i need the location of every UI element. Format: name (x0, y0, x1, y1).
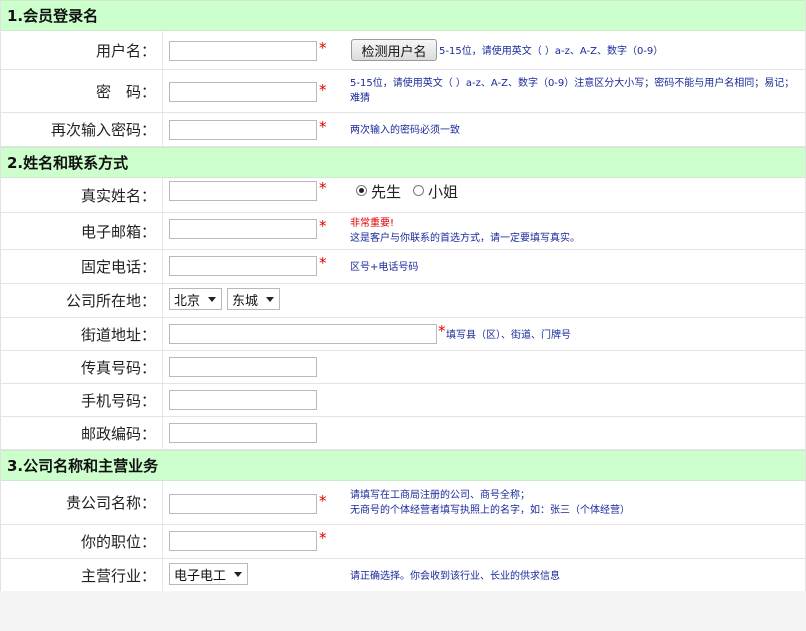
gender-male-radio[interactable] (356, 185, 367, 196)
industry-label: 主营行业： (1, 559, 163, 591)
required-mark: * (319, 217, 327, 235)
row-location: 公司所在地： 北京 东城 (1, 284, 805, 318)
mobile-label: 手机号码： (1, 384, 163, 416)
required-mark: * (319, 118, 327, 136)
company-hint: 请填写在工商局注册的公司、商号全称； 无商号的个体经营者填写执照上的名字，如：张… (350, 488, 630, 518)
confirm-password-hint: 两次输入的密码必须一致 (350, 125, 460, 136)
username-label: 用户名： (1, 31, 163, 69)
position-label: 你的职位： (1, 525, 163, 558)
row-postcode: 邮政编码： (1, 417, 805, 450)
postcode-label: 邮政编码： (1, 417, 163, 449)
password-label: 密 码： (1, 70, 163, 112)
required-mark: * (319, 254, 327, 272)
company-hint-line2: 无商号的个体经营者填写执照上的名字，如：张三（个体经营） (350, 505, 630, 516)
street-label: 街道地址： (1, 318, 163, 350)
gender-female-label: 小姐 (428, 183, 459, 201)
section-header-company: 3.公司名称和主营业务 (1, 450, 805, 481)
required-mark: * (319, 81, 327, 99)
row-position: 你的职位： * (1, 525, 805, 559)
chevron-down-icon (266, 297, 274, 302)
email-label: 电子邮箱： (1, 213, 163, 249)
row-mobile: 手机号码： (1, 384, 805, 417)
confirm-password-label: 再次输入密码： (1, 113, 163, 146)
row-industry: 主营行业： 电子电工 请正确选择。你会收到该行业、长业的供求信息 (1, 559, 805, 591)
phone-label: 固定电话： (1, 250, 163, 283)
province-select[interactable]: 北京 (169, 288, 222, 310)
row-confirm-password: 再次输入密码： * 两次输入的密码必须一致 (1, 113, 805, 147)
street-hint: 填写县（区）、街道、门牌号 (446, 330, 571, 341)
password-input[interactable] (169, 82, 317, 102)
password-hint-line2: 难猜 (350, 93, 370, 104)
password-hint-line1: 5-15位，请使用英文（ ）a-z、A-Z、数字（0-9）注意区分大小写；密码不… (350, 78, 795, 89)
fax-input[interactable] (169, 357, 317, 377)
district-value: 东城 (232, 293, 259, 309)
row-street: 街道地址： * 填写县（区）、街道、门牌号 (1, 318, 805, 351)
required-mark: * (319, 179, 327, 197)
industry-hint: 请正确选择。你会收到该行业、长业的供求信息 (350, 571, 560, 582)
province-value: 北京 (174, 293, 201, 309)
row-realname: 真实姓名： * 先生 小姐 (1, 178, 805, 213)
row-password: 密 码： * 5-15位，请使用英文（ ）a-z、A-Z、数字（0-9）注意区分… (1, 70, 805, 113)
chevron-down-icon (234, 572, 242, 577)
required-mark: * (438, 322, 446, 340)
email-hint-warning: 非常重要! (350, 218, 395, 229)
email-hint: 非常重要! 这是客户与你联系的首选方式，请一定要填写真实。 (350, 216, 580, 246)
mobile-input[interactable] (169, 390, 317, 410)
postcode-input[interactable] (169, 423, 317, 443)
row-email: 电子邮箱： * 非常重要! 这是客户与你联系的首选方式，请一定要填写真实。 (1, 213, 805, 250)
email-input[interactable] (169, 219, 317, 239)
realname-input[interactable] (169, 181, 317, 201)
required-mark: * (319, 39, 327, 57)
row-username: 用户名： * 检测用户名 5-15位，请使用英文（ ）a-z、A-Z、数字（0-… (1, 31, 805, 70)
street-input[interactable] (169, 324, 437, 344)
district-select[interactable]: 东城 (227, 288, 280, 310)
section-header-contact: 2.姓名和联系方式 (1, 147, 805, 178)
gender-female-radio[interactable] (413, 185, 424, 196)
required-mark: * (319, 492, 327, 510)
registration-form: 1.会员登录名 用户名： * 检测用户名 5-15位，请使用英文（ ）a-z、A… (0, 0, 806, 591)
position-input[interactable] (169, 531, 317, 551)
row-phone: 固定电话： * 区号+电话号码 (1, 250, 805, 284)
company-label: 贵公司名称： (1, 481, 163, 524)
industry-select[interactable]: 电子电工 (169, 563, 248, 585)
check-username-button[interactable]: 检测用户名 (351, 39, 437, 61)
fax-label: 传真号码： (1, 351, 163, 383)
chevron-down-icon (208, 297, 216, 302)
company-hint-line1: 请填写在工商局注册的公司、商号全称； (350, 490, 530, 501)
gender-male-label: 先生 (371, 183, 402, 201)
location-label: 公司所在地： (1, 284, 163, 317)
required-mark: * (319, 529, 327, 547)
phone-hint: 区号+电话号码 (350, 262, 419, 273)
username-hint: 5-15位，请使用英文（ ）a-z、A-Z、数字（0-9） (439, 46, 664, 57)
section-header-login: 1.会员登录名 (1, 0, 805, 31)
company-input[interactable] (169, 494, 317, 514)
confirm-password-input[interactable] (169, 120, 317, 140)
password-hint: 5-15位，请使用英文（ ）a-z、A-Z、数字（0-9）注意区分大小写；密码不… (350, 76, 798, 106)
industry-value: 电子电工 (174, 568, 227, 584)
phone-input[interactable] (169, 256, 317, 276)
email-hint-text: 这是客户与你联系的首选方式，请一定要填写真实。 (350, 233, 580, 244)
row-fax: 传真号码： (1, 351, 805, 384)
row-company: 贵公司名称： * 请填写在工商局注册的公司、商号全称； 无商号的个体经营者填写执… (1, 481, 805, 525)
username-input[interactable] (169, 41, 317, 61)
realname-label: 真实姓名： (1, 178, 163, 212)
